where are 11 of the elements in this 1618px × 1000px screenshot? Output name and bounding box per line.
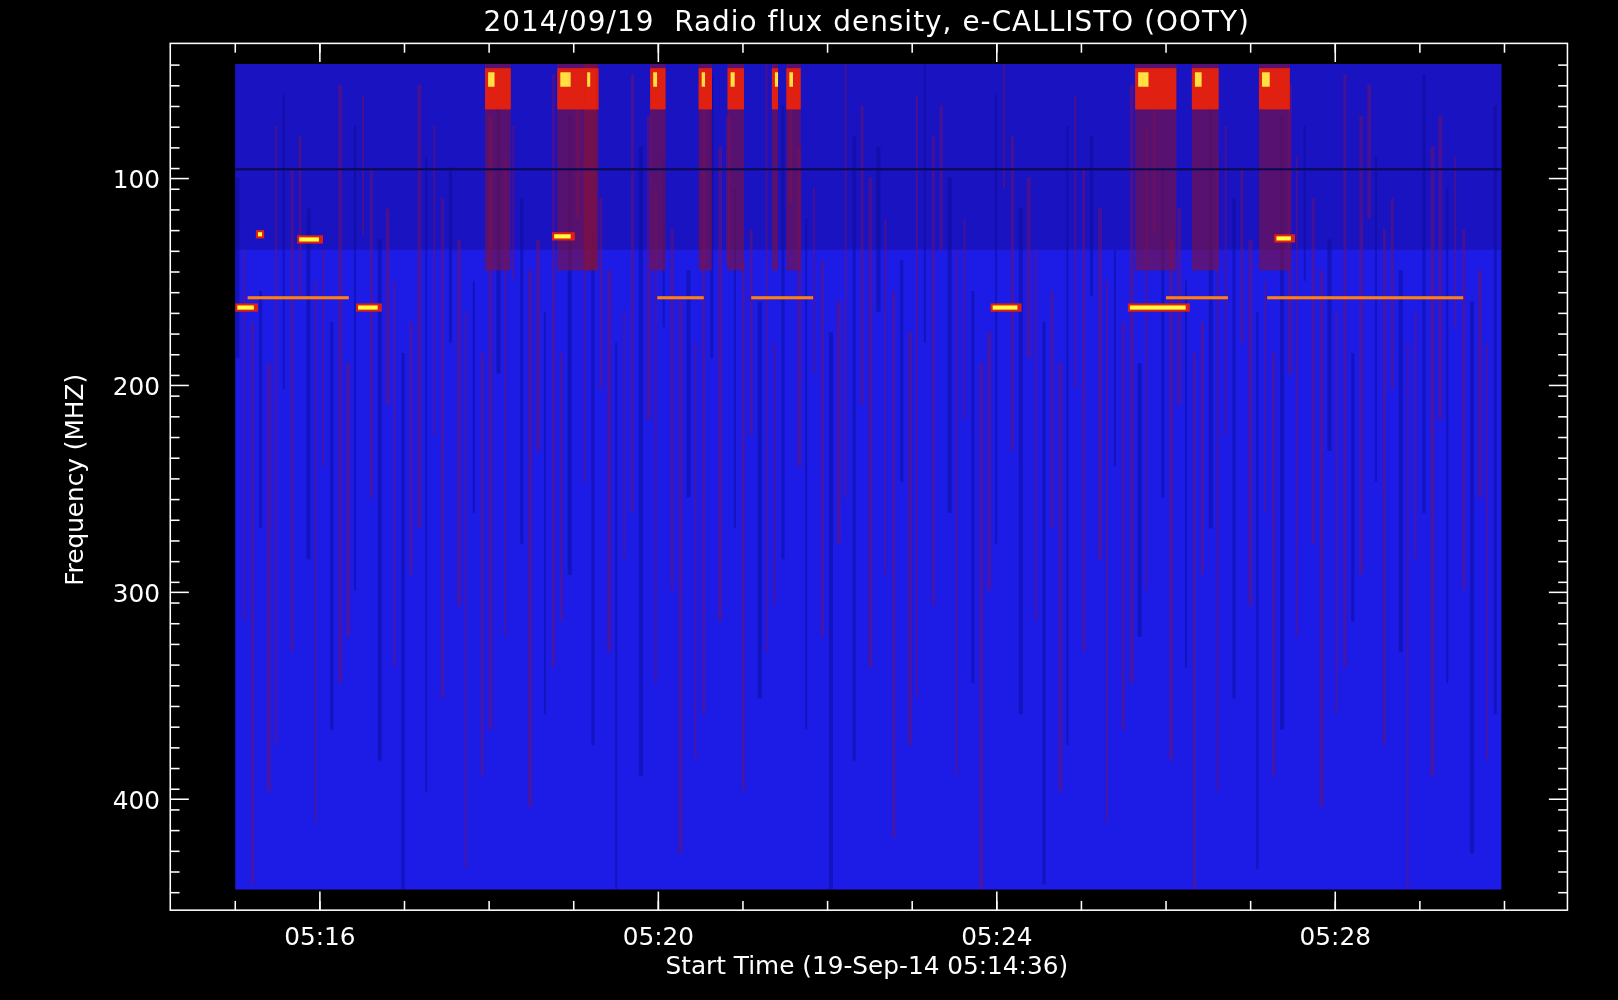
axis-title: Start Time (19-Sep-14 05:14:36) xyxy=(665,951,1069,981)
tick-label: 05:24 xyxy=(961,922,1033,952)
tick-label: 05:16 xyxy=(284,922,356,952)
tick-label: 100 xyxy=(112,164,160,194)
tick-label: 05:20 xyxy=(622,922,694,952)
tick-label: 05:28 xyxy=(1299,922,1371,952)
tick-label: 400 xyxy=(112,785,160,815)
tick-label: 300 xyxy=(112,578,160,608)
axis-title: Frequency (MHZ) xyxy=(59,373,89,586)
chart-title: 2014/09/19 Radio flux density, e-CALLISTO (OOTY) xyxy=(483,5,1251,38)
tick-label: 200 xyxy=(112,371,160,401)
